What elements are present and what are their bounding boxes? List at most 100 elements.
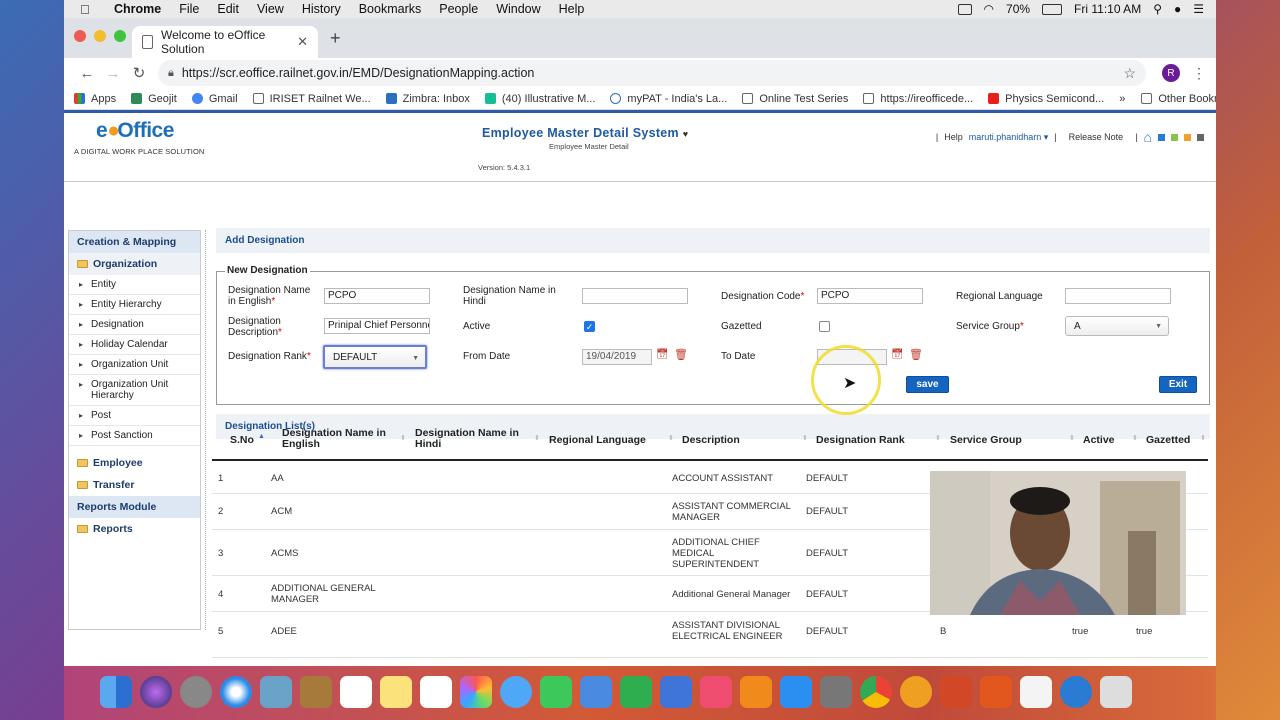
sidebar-folder-reports[interactable]: Reports xyxy=(69,518,200,540)
back-icon[interactable]: ← xyxy=(74,65,100,82)
col-gazetted[interactable]: Gazetted xyxy=(1146,435,1190,446)
sidebar-item-post[interactable]: Post xyxy=(69,406,200,426)
wifi-icon[interactable]: ◠ xyxy=(984,2,994,16)
col-sno[interactable]: S.No xyxy=(230,435,254,446)
bookmark-mypat[interactable]: myPAT - India's La... xyxy=(610,93,727,105)
app-title[interactable]: Employee Master Detail System ♥ xyxy=(482,126,688,140)
sort-icon[interactable]: ⬍ xyxy=(1200,434,1206,442)
menu-window[interactable]: Window xyxy=(496,2,540,16)
menu-bookmarks[interactable]: Bookmarks xyxy=(359,2,422,16)
launchpad-icon[interactable] xyxy=(180,676,212,708)
sidebar-item-designation[interactable]: Designation xyxy=(69,315,200,335)
messages-icon[interactable] xyxy=(500,676,532,708)
apple-icon[interactable]:  xyxy=(80,2,102,17)
col-designation-rank[interactable]: Designation Rank xyxy=(816,435,905,446)
music-icon[interactable] xyxy=(700,676,732,708)
document-icon[interactable] xyxy=(1020,676,1052,708)
bookmark-apps[interactable]: Apps xyxy=(74,93,116,105)
menu-people[interactable]: People xyxy=(439,2,478,16)
col-description[interactable]: Description xyxy=(682,435,740,446)
designation-code-input[interactable]: PCPO xyxy=(817,288,923,304)
exit-button[interactable]: Exit xyxy=(1159,376,1197,393)
finder-icon[interactable] xyxy=(100,676,132,708)
photos-icon[interactable] xyxy=(460,676,492,708)
sidebar-item-org-unit-hierarchy[interactable]: Organization Unit Hierarchy xyxy=(69,375,200,406)
theme-blue-icon[interactable] xyxy=(1158,133,1165,141)
description-input[interactable]: Prinipal Chief Personne xyxy=(324,318,430,334)
zoom-window-icon[interactable] xyxy=(114,30,126,42)
numbers-icon[interactable] xyxy=(620,676,652,708)
calendar-icon[interactable] xyxy=(340,676,372,708)
col-service-group[interactable]: Service Group xyxy=(950,435,1022,446)
keynote-icon[interactable] xyxy=(660,676,692,708)
bookmark-illustrative[interactable]: (40) Illustrative M... xyxy=(484,93,595,105)
sort-icon[interactable]: ⬍ xyxy=(802,434,808,442)
menu-app-chrome[interactable]: Chrome xyxy=(114,2,161,16)
rank-select[interactable]: DEFAULT ▼ xyxy=(323,345,427,369)
close-window-icon[interactable] xyxy=(74,30,86,42)
infuse-icon[interactable] xyxy=(900,676,932,708)
sort-icon[interactable]: ⬍ xyxy=(534,434,540,442)
more-menu-icon[interactable]: ⋮ xyxy=(1192,65,1206,82)
col-name-hindi[interactable]: Designation Name in Hindi xyxy=(415,428,525,450)
bookmark-iriset[interactable]: IRISET Railnet We... xyxy=(252,93,371,105)
battery-percent[interactable]: 70% xyxy=(1006,2,1030,16)
forward-icon[interactable]: → xyxy=(100,65,126,82)
sort-asc-icon[interactable]: ▲ xyxy=(258,433,265,440)
powerpoint-icon[interactable] xyxy=(940,676,972,708)
system-preferences-icon[interactable] xyxy=(820,676,852,708)
bookmark-zimbra[interactable]: Zimbra: Inbox xyxy=(385,93,470,105)
control-center-icon[interactable]: ☰ xyxy=(1193,2,1204,16)
help-link[interactable]: Help xyxy=(944,132,963,142)
profile-avatar[interactable]: R xyxy=(1162,64,1180,82)
theme-green-icon[interactable] xyxy=(1171,133,1178,141)
sidebar-folder-organization[interactable]: Organization xyxy=(69,253,200,275)
gazetted-checkbox[interactable] xyxy=(819,321,830,332)
siri-icon[interactable]: ● xyxy=(1174,2,1181,16)
user-menu[interactable]: maruti.phanidharn ▾ xyxy=(969,132,1049,143)
theme-orange-icon[interactable] xyxy=(1184,133,1191,141)
reminders-icon[interactable] xyxy=(420,676,452,708)
eoffice-logo[interactable]: e●Office xyxy=(96,119,174,143)
sidebar-section-reports[interactable]: Reports Module xyxy=(69,496,200,518)
close-tab-icon[interactable]: ✕ xyxy=(297,34,308,50)
reload-icon[interactable]: ↻ xyxy=(126,64,152,82)
bookmark-ireoffice[interactable]: https://ireofficede... xyxy=(863,93,973,105)
sidebar-item-organization-unit[interactable]: Organization Unit xyxy=(69,355,200,375)
name-english-input[interactable]: PCPO xyxy=(324,288,430,304)
regional-language-input[interactable] xyxy=(1065,288,1171,304)
notes-icon[interactable] xyxy=(380,676,412,708)
url-text[interactable]: https://scr.eoffice.railnet.gov.in/EMD/D… xyxy=(182,66,535,80)
menu-view[interactable]: View xyxy=(257,2,284,16)
clock[interactable]: Fri 11:10 AM xyxy=(1074,2,1141,16)
app-store-icon[interactable] xyxy=(780,676,812,708)
name-hindi-input[interactable] xyxy=(582,288,688,304)
bookmark-star-icon[interactable]: ☆ xyxy=(1123,65,1136,82)
books-icon[interactable] xyxy=(740,676,772,708)
bookmark-geojit[interactable]: Geojit xyxy=(131,93,177,105)
menu-help[interactable]: Help xyxy=(559,2,585,16)
clear-date-icon[interactable]: 🗑︎ xyxy=(674,348,688,361)
from-date-input[interactable]: 19/04/2019 xyxy=(582,349,652,365)
bookmark-physics[interactable]: Physics Semicond... xyxy=(988,93,1104,105)
chrome-icon[interactable] xyxy=(860,676,892,708)
menu-file[interactable]: File xyxy=(179,2,199,16)
other-bookmarks[interactable]: Other Bookmarks xyxy=(1141,93,1216,105)
battery-icon[interactable] xyxy=(1042,3,1063,15)
siri-icon[interactable] xyxy=(140,676,172,708)
sidebar-folder-transfer[interactable]: Transfer xyxy=(69,474,200,496)
sidebar-item-entity[interactable]: Entity xyxy=(69,275,200,295)
calendar-icon[interactable]: 📅︎ xyxy=(656,349,669,360)
sort-icon[interactable]: ⬍ xyxy=(668,434,674,442)
col-regional-language[interactable]: Regional Language xyxy=(549,435,646,446)
lock-icon[interactable]: 🔒︎ xyxy=(168,67,174,80)
new-tab-icon[interactable]: + xyxy=(330,28,341,49)
sidebar-folder-employee[interactable]: Employee xyxy=(69,452,200,474)
browser-tab[interactable]: Welcome to eOffice Solution ✕ xyxy=(132,26,318,58)
airplay-icon[interactable] xyxy=(957,3,972,15)
active-checkbox[interactable]: ✓ xyxy=(584,321,595,332)
sort-icon[interactable]: ⬍ xyxy=(400,434,406,442)
sidebar-item-entity-hierarchy[interactable]: Entity Hierarchy xyxy=(69,295,200,315)
bookmark-online-test[interactable]: Online Test Series xyxy=(742,93,848,105)
bookmarks-overflow[interactable]: » xyxy=(1119,93,1125,105)
